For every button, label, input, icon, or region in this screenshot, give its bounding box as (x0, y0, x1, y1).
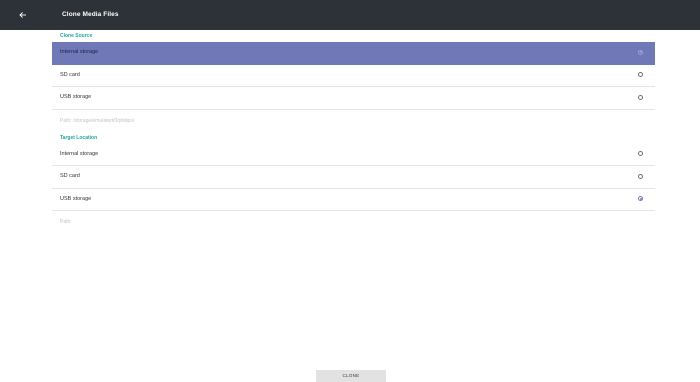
source-path: Path: /storage/emulated/0/philips/ (60, 117, 135, 124)
source-option-sd-card[interactable]: SD card (52, 65, 655, 87)
clone-button[interactable]: CLONE (316, 370, 386, 382)
target-option-sd-card[interactable]: SD card (52, 166, 655, 189)
target-option-internal-storage[interactable]: Internal storage (52, 144, 655, 166)
radio-button[interactable] (638, 94, 643, 100)
source-option-usb-storage[interactable]: USB storage (52, 87, 655, 110)
page-title: Clone Media Files (62, 11, 119, 18)
back-button[interactable] (14, 6, 32, 24)
option-label: USB storage (60, 94, 92, 100)
radio-button-checked[interactable] (638, 49, 643, 55)
radio-button-checked[interactable] (638, 196, 643, 201)
source-option-internal-storage[interactable]: Internal storage (52, 42, 655, 65)
option-label: USB storage (60, 195, 92, 202)
target-option-usb-storage[interactable]: USB storage (52, 189, 655, 211)
option-label: SD card (60, 173, 80, 179)
target-path: Path: (60, 219, 72, 225)
arrow-left-icon (19, 12, 26, 18)
target-location-header: Target Location (60, 134, 98, 141)
radio-button[interactable] (638, 173, 643, 179)
clone-source-header: Clone Source (60, 33, 93, 39)
option-label: Internal storage (60, 49, 99, 55)
settings-content: Clone Source Internal storage SD card US… (52, 30, 655, 233)
app-toolbar: Clone Media Files (0, 0, 700, 30)
option-label: SD card (60, 71, 80, 78)
option-label: Internal storage (60, 150, 99, 157)
radio-button[interactable] (638, 151, 643, 156)
radio-button[interactable] (638, 72, 643, 77)
